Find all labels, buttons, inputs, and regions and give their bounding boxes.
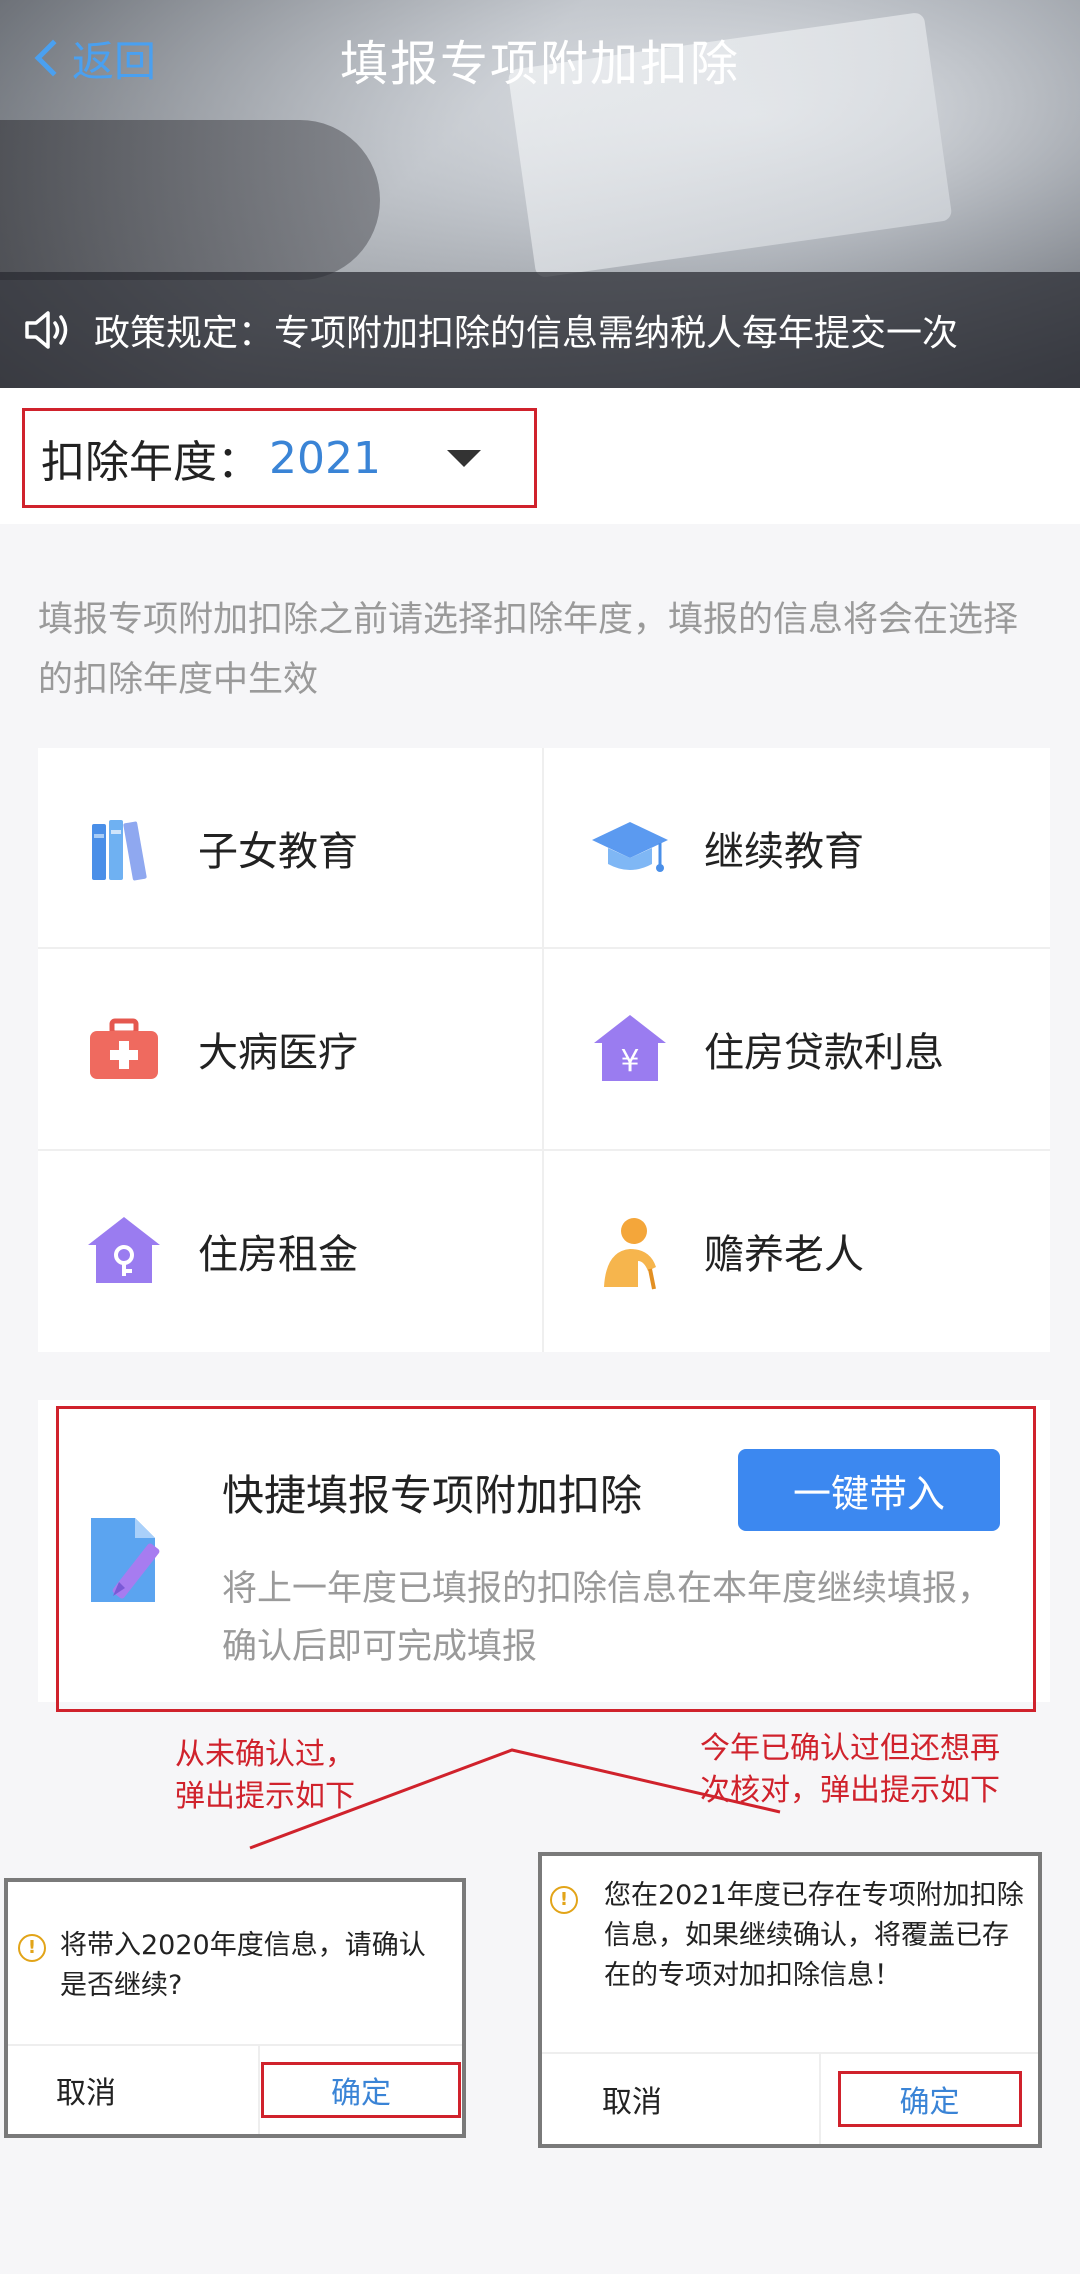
annotation-text: 从未确认过，	[175, 1737, 355, 1772]
page-title: 填报专项附加扣除	[339, 36, 740, 92]
dialog-message: 您在2021年度已存在专项附加扣除信息，如果继续确认，将覆盖已存在的专项对加扣除…	[604, 1880, 1024, 1991]
dialog-footer: 取消 确定	[8, 2044, 462, 2134]
graduation-cap-icon	[590, 808, 670, 888]
cancel-button[interactable]: 取消	[8, 2046, 260, 2134]
annotation-already-confirmed: 今年已确认过但还想再 次核对，弹出提示如下	[700, 1728, 1060, 1812]
year-hint-text: 填报专项附加扣除之前请选择扣除年度，填报的信息将会在选择的扣除年度中生效	[38, 600, 1019, 700]
confirm-button-wrap: 确定	[260, 2046, 462, 2134]
category-housing-rent[interactable]: 住房租金	[38, 1150, 544, 1352]
category-label: 继续教育	[704, 828, 864, 875]
edit-document-icon	[91, 1518, 160, 1602]
year-value: 2021	[269, 432, 381, 484]
quick-fill-title: 快捷填报专项附加扣除	[222, 1471, 643, 1520]
books-icon	[84, 808, 164, 888]
one-click-import-button[interactable]: 一键带入	[738, 1449, 1000, 1531]
year-selector[interactable]: 扣除年度： 2021	[22, 408, 537, 508]
cancel-button[interactable]: 取消	[542, 2054, 821, 2144]
category-label: 赡养老人	[704, 1232, 864, 1279]
annotation-text: 次核对，弹出提示如下	[700, 1773, 1000, 1808]
dialog-footer: 取消 确定	[542, 2052, 1038, 2144]
year-label: 扣除年度：	[41, 437, 261, 488]
elderly-person-icon	[590, 1211, 670, 1291]
svg-text:¥: ¥	[620, 1044, 639, 1079]
notice-text: 政策规定：专项附加扣除的信息需纳税人每年提交一次	[94, 313, 959, 354]
dialog-message: 将带入2020年度信息，请确认是否继续?	[60, 1930, 426, 2001]
annotation-text: 今年已确认过但还想再	[700, 1731, 1000, 1766]
house-key-icon	[84, 1211, 164, 1291]
category-children-education[interactable]: 子女教育	[38, 748, 544, 950]
banner-photo-shadow	[0, 120, 380, 280]
annotation-text: 弹出提示如下	[175, 1779, 355, 1814]
category-label: 子女教育	[198, 828, 358, 875]
quick-fill-description: 将上一年度已填报的扣除信息在本年度继续填报，确认后即可完成填报	[222, 1569, 993, 1667]
category-continuing-education[interactable]: 继续教育	[544, 748, 1050, 950]
category-label: 大病医疗	[198, 1029, 358, 1076]
category-serious-illness[interactable]: 大病医疗	[38, 949, 544, 1151]
annotation-first-time: 从未确认过， 弹出提示如下	[150, 1734, 380, 1818]
warning-icon: !	[550, 1886, 578, 1914]
year-selector-bar: 扣除年度： 2021	[0, 388, 1080, 524]
speaker-icon	[25, 311, 68, 349]
confirm-button-wrap: 确定	[821, 2054, 1038, 2144]
category-label: 住房贷款利息	[704, 1029, 944, 1076]
warning-icon: !	[18, 1934, 46, 1962]
confirm-button[interactable]: 确定	[837, 2071, 1022, 2127]
house-yuan-icon: ¥	[590, 1009, 670, 1089]
confirm-button[interactable]: 确定	[261, 2062, 461, 2118]
category-mortgage-interest[interactable]: ¥ 住房贷款利息	[544, 949, 1050, 1151]
category-elderly-support[interactable]: 赡养老人	[544, 1151, 1050, 1352]
category-label: 住房租金	[198, 1232, 358, 1279]
confirm-dialog-overwrite: ! 您在2021年度已存在专项附加扣除信息，如果继续确认，将覆盖已存在的专项对加…	[538, 1852, 1042, 2148]
header-banner: 返回 填报专项附加扣除 政策规定：专项附加扣除的信息需纳税人每年提交一次	[0, 0, 1080, 388]
confirm-dialog-first-import: ! 将带入2020年度信息，请确认是否继续? 取消 确定	[4, 1878, 466, 2138]
deduction-category-grid: 子女教育 继续教育 大病医疗 ¥ 住房贷款利息 住房租金 赡养老人	[38, 748, 1050, 1352]
medical-kit-icon	[84, 1009, 164, 1089]
policy-notice: 政策规定：专项附加扣除的信息需纳税人每年提交一次	[0, 272, 1080, 388]
dropdown-caret-icon	[446, 449, 481, 467]
